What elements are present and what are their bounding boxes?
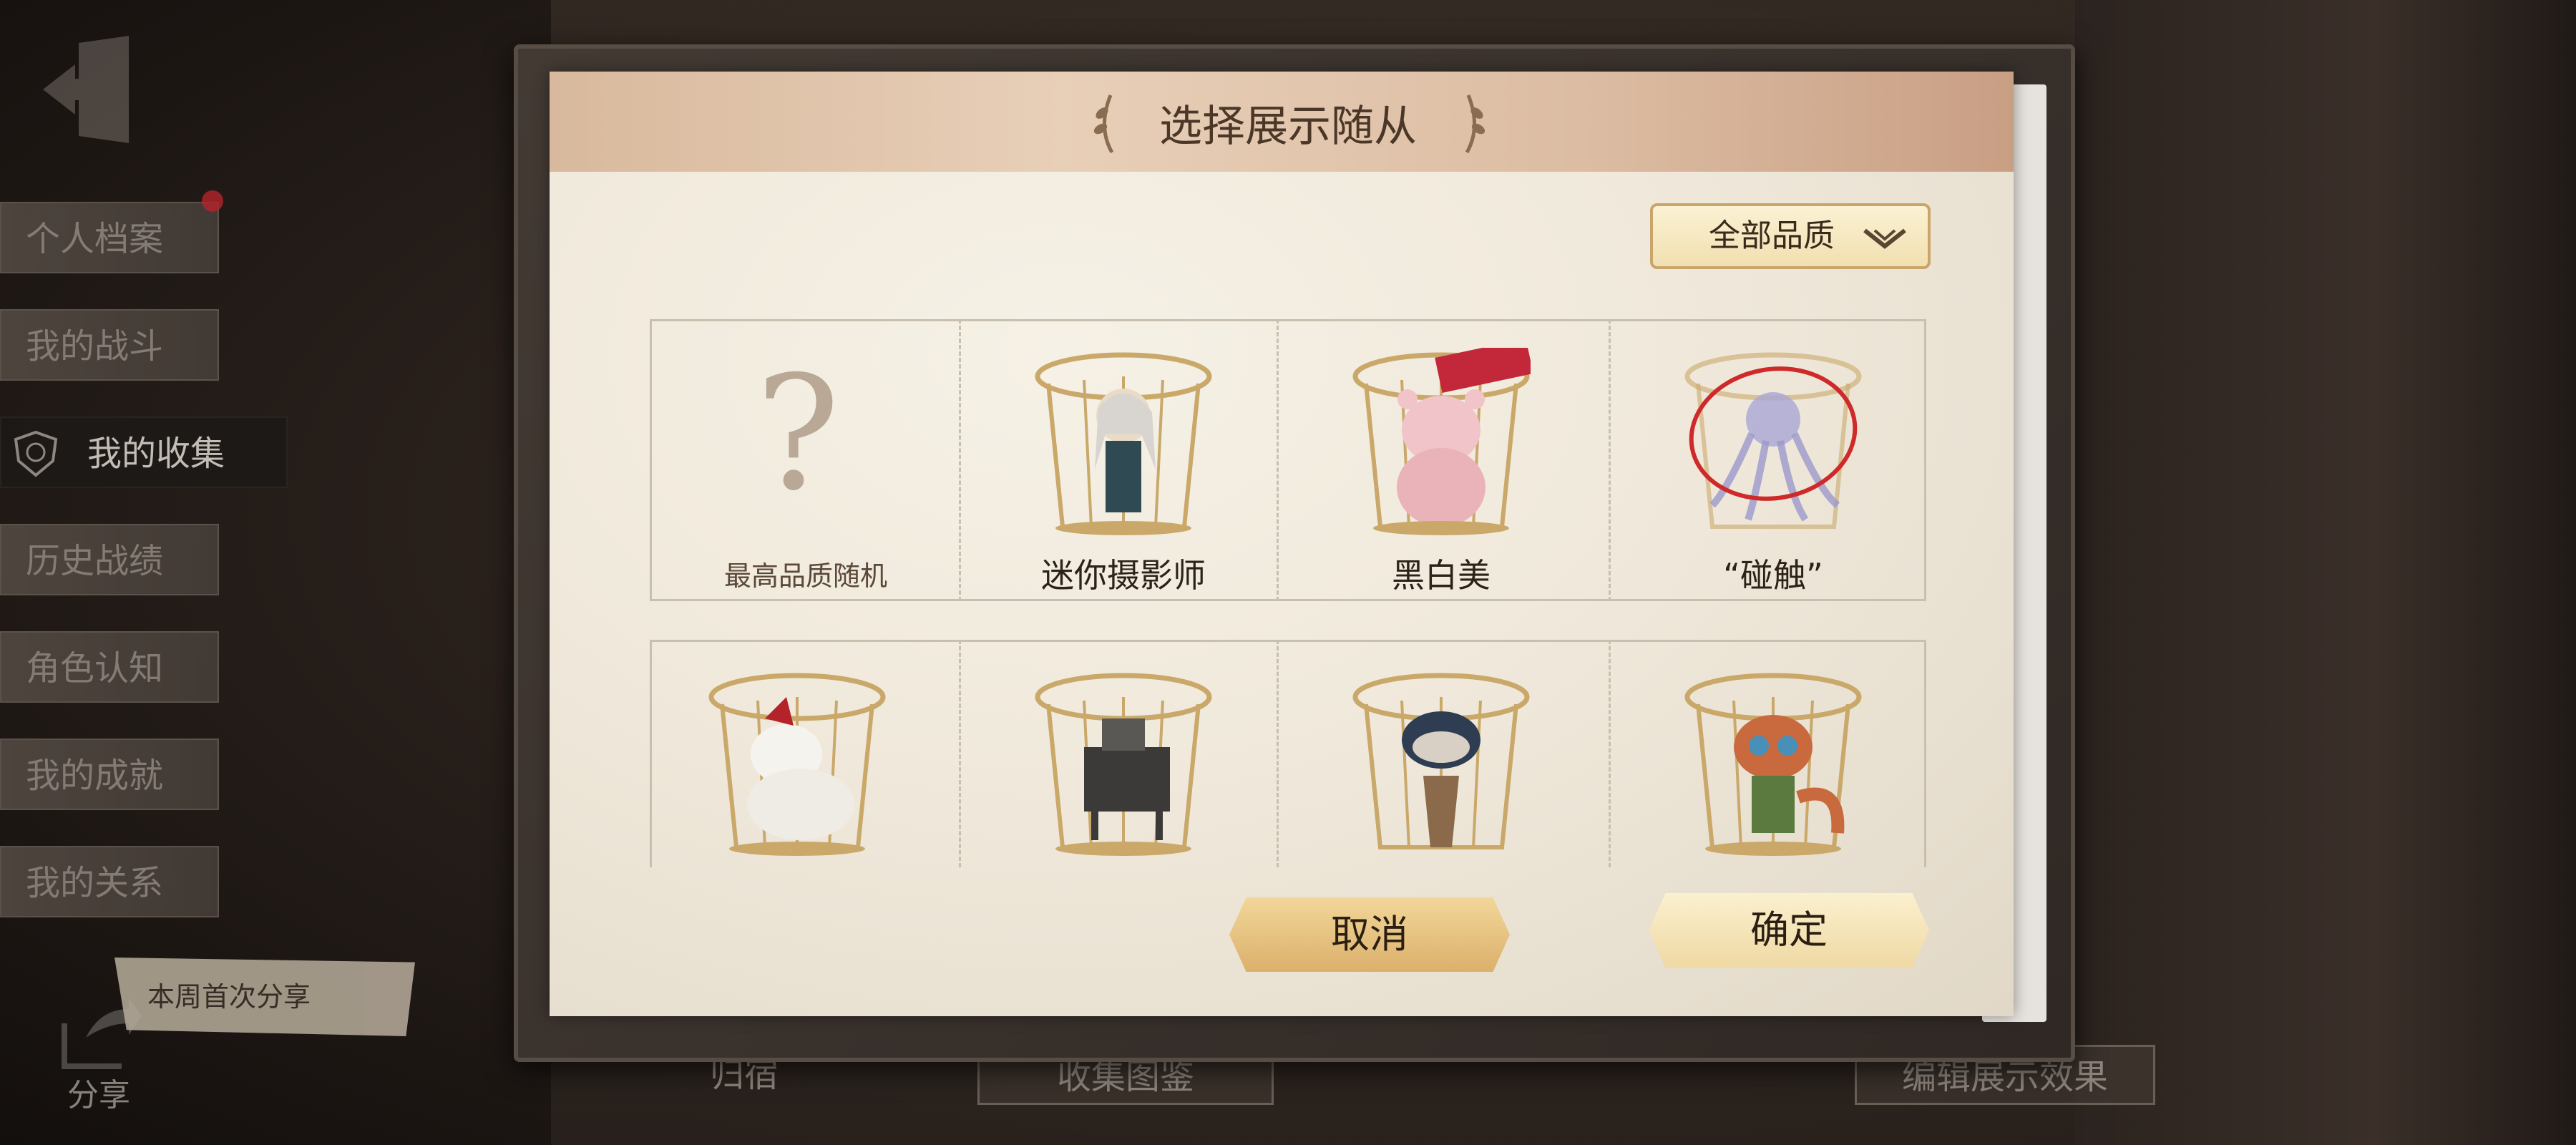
sidebar-item-achievements[interactable]: 我的成就 [0, 739, 219, 810]
machine-companion-icon [1035, 673, 1212, 856]
red-panda-companion-icon [1684, 673, 1862, 856]
grid-divider [1609, 319, 1611, 601]
sidebar-item-label: 我的关系 [26, 863, 164, 903]
sidebar-item-relationships[interactable]: 我的关系 [0, 846, 219, 917]
share-reward-bubble: 本周首次分享 [114, 958, 415, 1036]
sidebar-item-label: 个人档案 [26, 219, 164, 259]
white-fox-companion-icon [708, 673, 886, 856]
grid-divider [1609, 640, 1611, 867]
companion-slot-monokuma[interactable]: 黑白美 [1284, 326, 1599, 595]
sidebar-item-collection[interactable]: 我的收集 [0, 416, 288, 488]
sidebar-item-label: 我的收集 [87, 434, 225, 474]
question-mark-icon: ? [756, 342, 840, 525]
sidebar-item-battles[interactable]: 我的战斗 [0, 309, 219, 381]
confirm-button[interactable]: 确定 [1649, 893, 1929, 968]
dialog-title: 选择展示随从 [1159, 102, 1417, 152]
cancel-button[interactable]: 取消 [1229, 897, 1510, 972]
masked-bird-companion-icon [1352, 673, 1530, 849]
notification-dot [202, 190, 223, 212]
companion-name: 黑白美 [1392, 556, 1491, 595]
background-right-panel [2075, 0, 2576, 1145]
companion-slot-masked-bird[interactable] [1284, 647, 1599, 912]
dropdown-selected-label: 全部品质 [1709, 218, 1835, 254]
companion-name: 迷你摄影师 [1041, 556, 1206, 595]
companion-slot-machine[interactable] [966, 647, 1281, 912]
companion-slot-random[interactable]: ? 最高品质随机 [648, 326, 963, 592]
sidebar-item-label: 角色认知 [26, 648, 164, 688]
shield-icon [14, 430, 58, 477]
laurel-right-icon [1465, 94, 1485, 154]
companion-slot-touch[interactable]: “碰触” [1616, 326, 1931, 595]
sidebar-item-label: 我的战斗 [26, 326, 164, 366]
quality-filter-dropdown[interactable]: 全部品质 [1650, 203, 1931, 269]
companion-slot-red-panda[interactable] [1616, 647, 1931, 912]
chevron-down-icon [1863, 228, 1906, 249]
sidebar-item-label: 我的成就 [26, 756, 164, 796]
sidebar-item-profile[interactable]: 个人档案 [0, 202, 219, 273]
sidebar-item-history[interactable]: 历史战绩 [0, 524, 219, 595]
companion-slot-mini-photographer[interactable]: 迷你摄影师 [966, 326, 1281, 595]
companion-slot-white-fox[interactable] [640, 647, 955, 912]
sidebar-item-role-knowledge[interactable]: 角色认知 [0, 631, 219, 703]
pink-bear-companion-icon [1352, 348, 1531, 535]
exit-icon[interactable] [36, 36, 136, 143]
grid-divider [959, 640, 961, 867]
sidebar-item-label: 历史战绩 [26, 541, 164, 581]
companion-name: “碰触” [1723, 556, 1823, 595]
companion-name: 最高品质随机 [723, 560, 887, 592]
ghost-octopus-companion-icon [1684, 352, 1862, 529]
share-label[interactable]: 分享 [67, 1069, 130, 1115]
photographer-companion-icon [1035, 352, 1212, 535]
share-bubble-text: 本周首次分享 [147, 981, 311, 1013]
